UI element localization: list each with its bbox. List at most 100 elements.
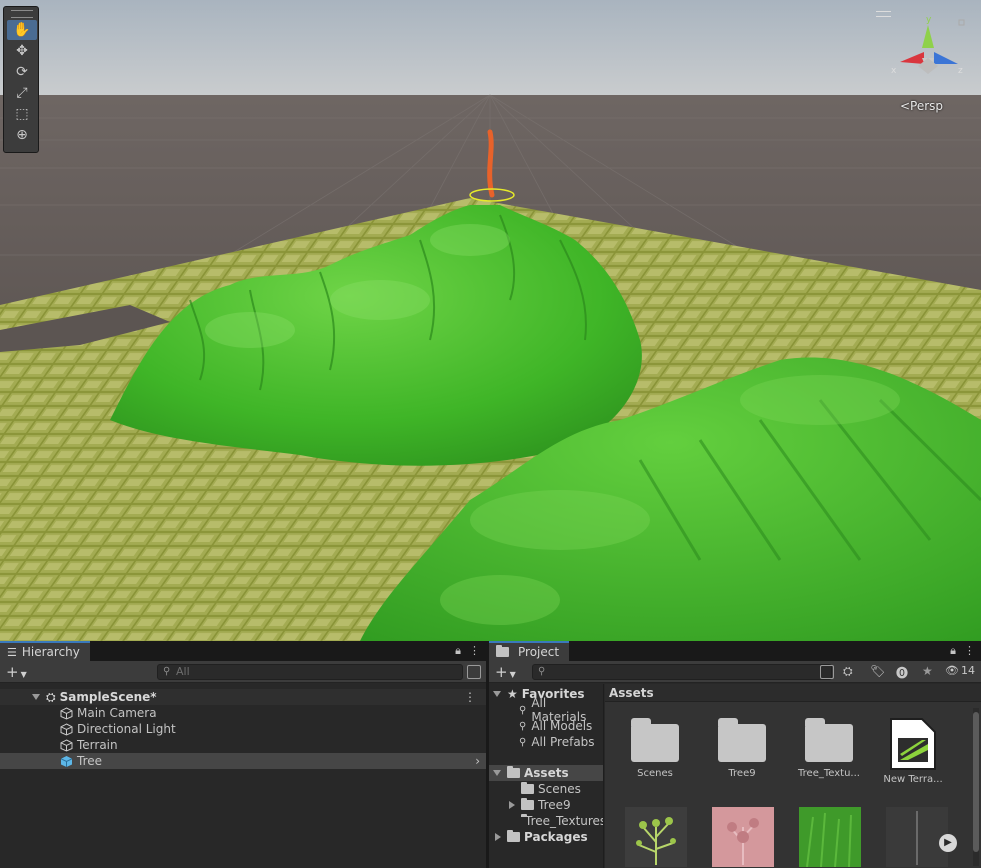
hierarchy-tab-label: Hierarchy	[21, 645, 80, 659]
search-icon: ⚲	[519, 736, 527, 748]
folder-item-scenes[interactable]: Scenes	[489, 781, 603, 797]
scene-viewport[interactable]	[0, 0, 981, 641]
packages-folder-row[interactable]: Packages	[489, 829, 603, 845]
chevron-right-icon[interactable]: ›	[475, 754, 480, 768]
orientation-gizmo[interactable]: y x z	[888, 10, 974, 96]
list-icon: ☰	[7, 645, 17, 659]
palette-grip-icon[interactable]	[11, 10, 33, 18]
project-tab-label: Project	[518, 645, 560, 659]
tab-project[interactable]: Project	[489, 641, 570, 661]
folder-open-icon	[507, 766, 520, 778]
tab-hierarchy[interactable]: ☰ Hierarchy	[0, 641, 90, 661]
breadcrumb[interactable]: Assets	[605, 684, 981, 702]
list-item-label: Directional Light	[77, 722, 176, 736]
scene-view[interactable]: ✋ ✥ ⟳ ⤢ ⬚ ⊕ y x z <Persp	[0, 0, 981, 641]
project-search-input[interactable]: ⚲	[532, 664, 832, 680]
hierarchy-item-main-camera[interactable]: Main Camera	[0, 705, 486, 721]
hierarchy-item-terrain[interactable]: Terrain	[0, 737, 486, 753]
asset-grid-scrollbar[interactable]	[973, 708, 979, 866]
favorites-item-all-materials[interactable]: ⚲ All Materials	[489, 696, 603, 724]
folder-item-tree9[interactable]: Tree9	[489, 797, 603, 813]
scale-tool-button[interactable]: ⤢	[7, 83, 37, 103]
create-dropdown-button[interactable]: + ▼	[6, 663, 27, 681]
transform-tool-button[interactable]: ⊕	[7, 125, 37, 145]
gizmo-lock-icon	[958, 19, 965, 26]
hierarchy-item-directional-light[interactable]: Directional Light	[0, 721, 486, 737]
asset-folder-scenes[interactable]: Scenes	[613, 718, 697, 779]
asset-label: Scenes	[637, 768, 673, 779]
projection-toggle[interactable]: <Persp	[900, 99, 943, 113]
kebab-menu-icon[interactable]: ⋮	[469, 644, 480, 658]
asset-new-terrain[interactable]: New Terra...	[871, 716, 955, 785]
search-window-button[interactable]	[820, 665, 834, 679]
folder-item-tree-textures[interactable]: Tree_Textures	[489, 813, 603, 829]
rect-tool-button[interactable]: ⬚	[7, 104, 37, 124]
list-item-label: Tree9	[538, 798, 571, 812]
asset-folder-tree-textures[interactable]: Tree_Textu...	[787, 718, 871, 779]
move-icon: ✥	[16, 43, 28, 59]
list-item-label: Tree_Textures	[525, 814, 603, 828]
search-scene-button[interactable]	[467, 665, 481, 679]
material-thumbnail[interactable]	[886, 807, 948, 867]
scene-row[interactable]: ⛭ SampleScene* ⋮	[0, 689, 486, 705]
tree-marker[interactable]	[487, 129, 495, 198]
list-item-label: Tree	[77, 754, 103, 768]
kebab-menu-icon[interactable]: ⋮	[964, 644, 975, 658]
favorites-item-all-prefabs[interactable]: ⚲ All Prefabs	[489, 734, 603, 750]
scene-menu-icon[interactable]: ⋮	[464, 690, 476, 704]
hidden-packages-icon[interactable]: 👁︎ 14	[945, 664, 975, 677]
hierarchy-panel: ☰ Hierarchy 🔒︎ ⋮ + ▼ ⚲ All ⛭ SampleScene*…	[0, 641, 486, 868]
collapsed-triangle-icon[interactable]	[495, 833, 501, 841]
gameobject-icon	[60, 722, 73, 736]
tree-normal-thumbnail[interactable]	[712, 807, 774, 867]
asset-label: Tree_Textu...	[798, 768, 860, 779]
favorites-star-icon[interactable]: ★	[922, 664, 933, 678]
project-folder-tree: ★ Favorites ⚲ All Materials ⚲ All Models…	[489, 684, 604, 868]
terrain-data-icon	[890, 718, 936, 770]
list-item-label: Main Camera	[77, 706, 157, 720]
assets-folder-row[interactable]: Assets	[489, 765, 603, 781]
expand-triangle-icon[interactable]	[493, 770, 501, 776]
log-types-icon[interactable]: ⓿	[896, 664, 908, 681]
expand-triangle-icon[interactable]	[32, 694, 40, 700]
hierarchy-toolbar: + ▼ ⚲ All	[0, 661, 486, 683]
list-item-label: All Prefabs	[531, 735, 595, 749]
filter-by-type-icon[interactable]: ⛭	[843, 664, 853, 679]
rotate-tool-button[interactable]: ⟳	[7, 62, 37, 82]
move-tool-button[interactable]: ✥	[7, 41, 37, 61]
hierarchy-search-input[interactable]: ⚲ All	[157, 664, 463, 680]
folder-icon	[496, 645, 509, 657]
expand-triangle-icon[interactable]	[493, 691, 501, 697]
hierarchy-item-tree[interactable]: Tree ›	[0, 753, 486, 769]
assets-label: Assets	[524, 766, 569, 780]
folder-icon	[521, 798, 534, 810]
scale-icon: ⤢	[16, 85, 28, 101]
list-item-label: Scenes	[538, 782, 581, 796]
folder-icon	[521, 782, 534, 794]
folder-icon	[631, 718, 679, 762]
hand-icon: ✋	[13, 22, 31, 38]
grass-texture-thumbnail[interactable]	[799, 807, 861, 867]
lock-icon[interactable]: 🔒︎	[950, 644, 956, 658]
folder-icon	[805, 718, 853, 762]
search-icon: ⚲	[519, 704, 527, 716]
rect-icon: ⬚	[15, 106, 29, 122]
scrollbar-thumb[interactable]	[973, 712, 979, 852]
asset-folder-tree9[interactable]: Tree9	[700, 718, 784, 779]
play-preview-button[interactable]: ▶	[939, 834, 957, 852]
gizmo-x-label: x	[891, 66, 897, 76]
project-tabbar: Project 🔒︎ ⋮	[489, 641, 981, 661]
asset-grid: Assets Scenes Tree9 Tree_Textu... New Te…	[605, 684, 981, 868]
search-icon: ⚲	[163, 666, 171, 677]
hidden-count: 14	[960, 664, 975, 677]
collapsed-triangle-icon[interactable]	[509, 801, 515, 809]
tree-texture-thumbnail[interactable]	[625, 807, 687, 867]
lock-icon[interactable]: 🔒︎	[455, 644, 461, 658]
unity-scene-icon: ⛭	[46, 689, 56, 704]
hand-tool-button[interactable]: ✋	[7, 20, 37, 40]
hierarchy-tabbar: ☰ Hierarchy 🔒︎ ⋮	[0, 641, 486, 661]
filter-by-label-icon[interactable]: 🏷︎	[870, 664, 885, 678]
asset-label: New Terra...	[883, 774, 943, 785]
favorites-item-all-models[interactable]: ⚲ All Models	[489, 718, 603, 734]
create-asset-dropdown-button[interactable]: + ▼	[495, 663, 516, 681]
